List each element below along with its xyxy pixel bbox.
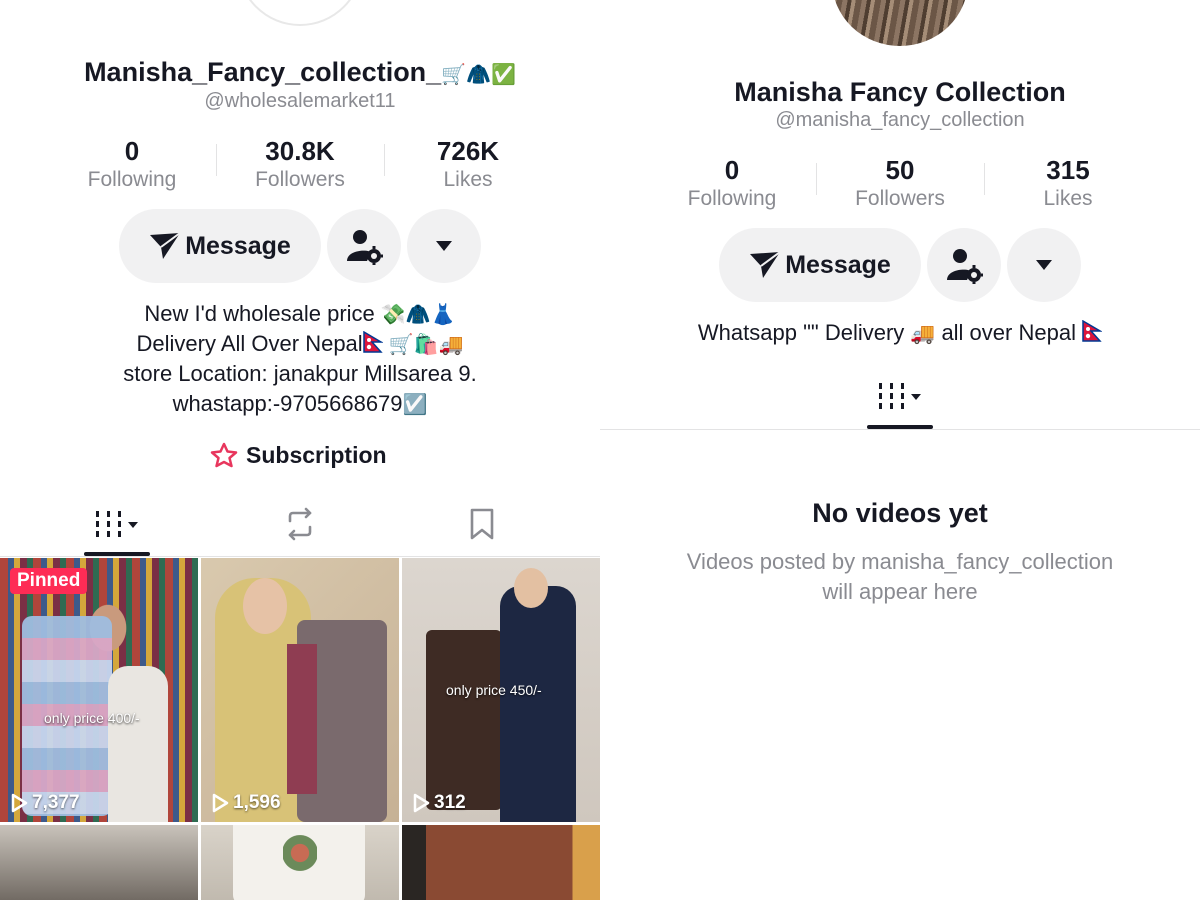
profile-bio: New I'd wholesale price 💸🧥👗 Delivery All…: [0, 299, 600, 419]
more-options-button[interactable]: [1007, 228, 1081, 302]
tab-reposts[interactable]: [280, 506, 320, 542]
bio-line: whastapp:-9705668679☑️: [172, 391, 428, 416]
stat-label: Followers: [855, 187, 945, 210]
bio-line: New I'd wholesale price 💸🧥👗: [144, 301, 456, 326]
tabs-border: [600, 429, 1200, 430]
thumbnail-image: [283, 829, 317, 877]
play-icon: [11, 793, 28, 813]
stat-likes[interactable]: 315 Likes: [988, 155, 1148, 213]
subscription-label: Subscription: [246, 441, 387, 468]
video-views: 312: [412, 792, 466, 814]
stat-divider: [216, 144, 217, 176]
video-thumbnail[interactable]: Pinned only price 400/- 7,377: [0, 558, 198, 822]
stat-divider: [984, 163, 985, 195]
stat-label: Following: [687, 187, 777, 210]
stat-value: 726K: [436, 136, 500, 166]
subscription-button[interactable]: Subscription: [210, 439, 387, 471]
video-thumbnail[interactable]: 1,596: [201, 558, 399, 822]
video-views: 1,596: [211, 792, 281, 814]
stat-followers[interactable]: 50 Followers: [820, 155, 980, 213]
add-friend-gear-icon: [347, 230, 383, 265]
nepal-flag-icon: [1082, 320, 1103, 342]
stat-following[interactable]: 0 Following: [652, 155, 812, 213]
stat-divider: [384, 144, 385, 176]
subscription-star-icon: [210, 442, 238, 468]
stat-label: Likes: [443, 168, 493, 191]
video-thumbnail[interactable]: [402, 825, 600, 900]
empty-state-title: No videos yet: [812, 498, 988, 528]
add-friend-gear-icon: [947, 249, 983, 284]
videos-grid-icon: [879, 383, 921, 409]
stat-label: Followers: [255, 168, 345, 191]
profile-stats: 0 Following 30.8K Followers 726K Likes: [0, 136, 600, 196]
add-friend-button[interactable]: [927, 228, 1001, 302]
thumbnail-image: [514, 568, 548, 608]
stat-label: Likes: [1043, 187, 1093, 210]
stat-followers[interactable]: 30.8K Followers: [220, 136, 380, 194]
stat-value: 0: [124, 136, 140, 166]
profile-handle: @manisha_fancy_collection: [775, 109, 1025, 131]
thumbnail-image: [243, 578, 287, 634]
profile-panel-collection: Manisha Fancy Collection @manisha_fancy_…: [600, 0, 1200, 900]
nepal-flag-icon: [362, 331, 383, 353]
profile-panel-wholesale: Manisha_Fancy_collection_🛒🧥✅ @wholesalem…: [0, 0, 600, 900]
message-button[interactable]: Message: [719, 228, 921, 302]
video-views: 7,377: [10, 792, 80, 814]
truck-emoji: 🚚: [910, 321, 936, 345]
profile-stats: 0 Following 50 Followers 315 Likes: [600, 155, 1200, 215]
play-icon: [212, 793, 229, 813]
thumbnail-image: [426, 630, 502, 810]
stat-value: 30.8K: [265, 136, 335, 166]
send-icon: [750, 251, 781, 278]
thumbnail-image: [108, 666, 168, 822]
display-name-emoji: 🛒🧥✅: [441, 62, 516, 86]
video-grid: Pinned only price 400/- 7,377 1,596 only…: [0, 558, 600, 900]
add-friend-button[interactable]: [327, 209, 401, 283]
tab-saved[interactable]: [464, 506, 500, 542]
stat-value: 315: [1046, 155, 1090, 185]
video-thumbnail[interactable]: [0, 825, 198, 900]
video-thumbnail[interactable]: only price 450/- 312: [402, 558, 600, 822]
bio-line: store Location: janakpur Millsarea 9.: [123, 361, 477, 386]
stat-likes[interactable]: 726K Likes: [388, 136, 548, 194]
dropdown-arrow-icon: [436, 241, 452, 251]
display-name-text: Manisha_Fancy_collection_: [84, 57, 442, 87]
tab-videos[interactable]: [867, 378, 933, 414]
video-caption: only price 450/-: [446, 682, 542, 698]
send-icon: [150, 232, 181, 259]
thumbnail-image: [500, 586, 576, 822]
more-options-button[interactable]: [407, 209, 481, 283]
message-label: Message: [785, 250, 891, 279]
empty-state-subtitle: Videos posted by manisha_fancy_collectio…: [686, 549, 1114, 604]
message-label: Message: [185, 231, 291, 260]
tabs-border: [0, 556, 600, 557]
bookmark-icon: [470, 508, 494, 540]
message-button[interactable]: Message: [119, 209, 321, 283]
video-caption: only price 400/-: [44, 710, 140, 726]
dropdown-arrow-icon: [1036, 260, 1052, 270]
play-icon: [413, 793, 430, 813]
stat-following[interactable]: 0 Following: [52, 136, 212, 194]
stat-divider: [816, 163, 817, 195]
avatar[interactable]: [237, 0, 363, 26]
video-thumbnail[interactable]: [201, 825, 399, 900]
pinned-badge: Pinned: [10, 568, 88, 594]
stat-label: Following: [87, 168, 177, 191]
profile-bio: Whatsapp "" Delivery 🚚 all over Nepal: [600, 318, 1200, 348]
avatar[interactable]: [832, 0, 968, 46]
stat-value: 0: [724, 155, 740, 185]
profile-display-name: Manisha_Fancy_collection_🛒🧥✅: [0, 55, 600, 91]
profile-display-name: Manisha Fancy Collection: [734, 77, 1066, 107]
stat-value: 50: [885, 155, 915, 185]
tab-videos[interactable]: [84, 506, 150, 542]
bio-line: Delivery All Over Nepal 🛒🛍️🚚: [136, 331, 464, 356]
repost-icon: [288, 507, 312, 541]
profile-handle: @wholesalemarket11: [204, 90, 396, 112]
videos-grid-icon: [96, 511, 138, 537]
thumbnail-image: [287, 644, 317, 794]
